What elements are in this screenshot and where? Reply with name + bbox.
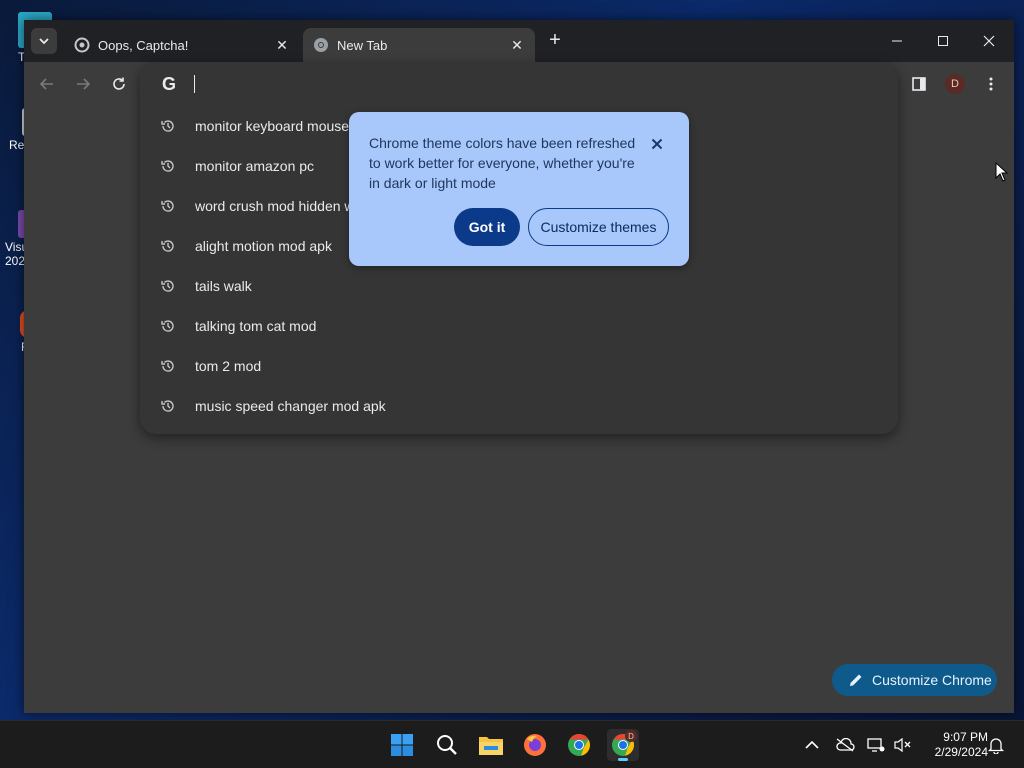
history-icon — [161, 120, 174, 132]
firefox-icon — [524, 734, 546, 756]
maximize-button[interactable] — [920, 26, 966, 56]
avatar: D — [945, 74, 965, 94]
network-icon — [867, 738, 885, 752]
search-icon — [437, 735, 457, 755]
back-button[interactable] — [35, 72, 59, 96]
tab-new-tab[interactable]: New Tab ✕ — [303, 28, 535, 62]
theme-promo-bubble: Chrome theme colors have been refreshed … — [349, 112, 689, 266]
maximize-icon — [938, 36, 948, 46]
chrome-menu-button[interactable] — [979, 72, 1003, 96]
close-promo-button[interactable] — [647, 134, 667, 154]
folder-icon — [479, 737, 503, 755]
volume-tray-button[interactable] — [892, 735, 912, 755]
tab-strip: Oops, Captcha! ✕ New Tab ✕ + — [24, 20, 1014, 62]
close-icon — [651, 138, 663, 150]
close-tab-icon[interactable]: ✕ — [274, 37, 290, 53]
profile-badge: D — [625, 730, 637, 742]
clock-date: 2/29/2024 — [934, 745, 988, 759]
suggestion-text: tails walk — [195, 278, 252, 294]
chevron-up-icon — [805, 740, 819, 749]
taskbar: D 9:07 PM 2/29/2024 — [0, 720, 1024, 768]
forward-button[interactable] — [71, 72, 95, 96]
suggestion-item[interactable]: talking tom cat mod — [140, 306, 898, 346]
pencil-icon — [850, 674, 862, 686]
new-tab-button[interactable]: + — [544, 30, 566, 52]
file-explorer-button[interactable] — [475, 729, 507, 761]
customize-chrome-label: Customize Chrome — [872, 672, 992, 688]
suggestion-item[interactable]: tails walk — [140, 266, 898, 306]
suggestion-text: monitor amazon pc — [195, 158, 315, 174]
minimize-button[interactable] — [874, 26, 920, 56]
more-vert-icon — [989, 77, 993, 91]
omnibox-input[interactable]: G — [140, 62, 898, 106]
promo-text: Chrome theme colors have been refreshed … — [369, 135, 636, 191]
tab-title: New Tab — [337, 37, 388, 53]
show-hidden-icons-button[interactable] — [802, 735, 822, 755]
got-it-button[interactable]: Got it — [454, 208, 520, 246]
system-clock[interactable]: 9:07 PM 2/29/2024 — [918, 730, 988, 760]
customize-chrome-button[interactable]: Customize Chrome — [832, 664, 997, 696]
suggestion-text: music speed changer mod apk — [195, 398, 386, 414]
forward-arrow-icon — [77, 78, 91, 90]
windows-logo-icon — [391, 734, 413, 756]
search-button[interactable] — [431, 729, 463, 761]
history-icon — [161, 200, 174, 212]
suggestion-text: talking tom cat mod — [195, 318, 317, 334]
chrome-profile-button[interactable]: D — [607, 729, 639, 761]
close-window-button[interactable] — [966, 26, 1012, 56]
firefox-button[interactable] — [519, 729, 551, 761]
captcha-favicon-icon — [74, 37, 90, 53]
tab-oops-captcha[interactable]: Oops, Captcha! ✕ — [64, 28, 300, 62]
side-panel-icon — [912, 77, 926, 91]
start-button[interactable] — [386, 729, 418, 761]
suggestion-item[interactable]: music speed changer mod apk — [140, 386, 898, 426]
back-arrow-icon — [39, 78, 53, 90]
history-icon — [161, 320, 174, 332]
chrome-favicon-icon — [314, 38, 328, 52]
history-icon — [161, 240, 174, 252]
close-icon — [983, 35, 995, 47]
active-indicator — [618, 758, 628, 761]
minimize-icon — [892, 40, 902, 42]
tab-title: Oops, Captcha! — [98, 37, 189, 53]
text-caret — [194, 75, 195, 93]
chevron-down-icon — [39, 38, 49, 45]
suggestion-text: word crush mod hidden w — [195, 198, 355, 214]
reload-button[interactable] — [107, 72, 131, 96]
google-g-icon: G — [162, 74, 177, 94]
reload-icon — [113, 77, 125, 90]
history-icon — [161, 360, 174, 372]
suggestion-item[interactable]: tom 2 mod — [140, 346, 898, 386]
history-icon — [161, 280, 174, 292]
speaker-muted-icon — [894, 737, 911, 753]
chrome-button[interactable] — [563, 729, 595, 761]
profile-button[interactable]: D — [943, 72, 967, 96]
mouse-pointer-icon — [995, 162, 1009, 182]
history-icon — [161, 400, 174, 412]
clock-time: 9:07 PM — [943, 730, 988, 744]
onedrive-tray-button[interactable] — [835, 735, 855, 755]
suggestion-text: tom 2 mod — [195, 358, 262, 374]
cloud-off-icon — [836, 738, 855, 752]
tab-search-button[interactable] — [31, 28, 57, 54]
customize-themes-button[interactable]: Customize themes — [528, 208, 669, 246]
history-icon — [161, 160, 174, 172]
network-tray-button[interactable] — [866, 735, 886, 755]
bell-icon — [988, 738, 1004, 754]
close-tab-icon[interactable]: ✕ — [509, 37, 525, 53]
notifications-button[interactable] — [986, 735, 1006, 755]
side-panel-button[interactable] — [907, 72, 931, 96]
suggestion-text: alight motion mod apk — [195, 238, 332, 254]
chrome-icon — [568, 734, 590, 756]
suggestion-text: monitor keyboard mouse — [195, 118, 350, 134]
